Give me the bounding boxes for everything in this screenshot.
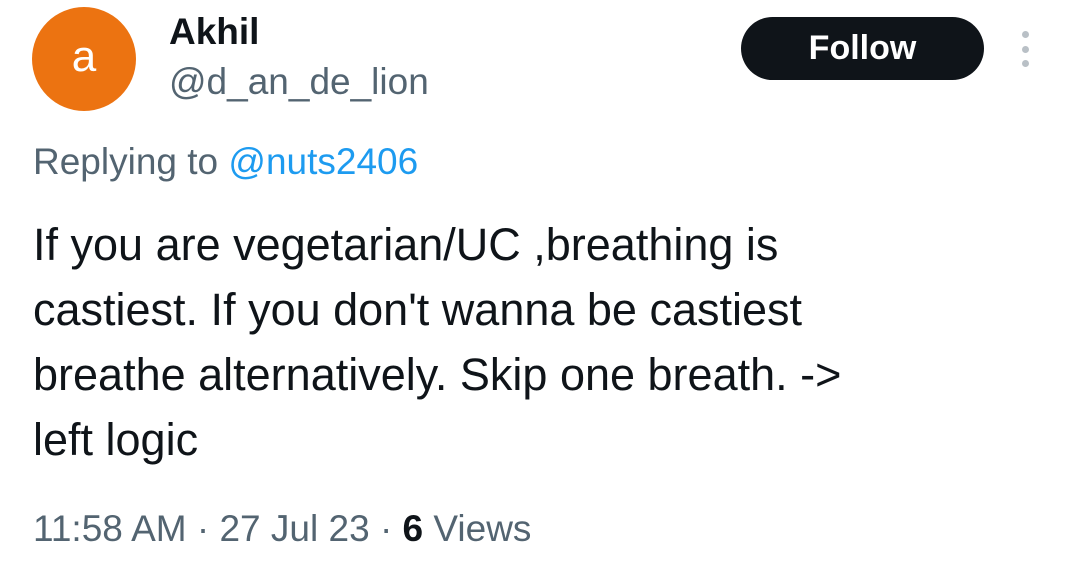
author-display-name[interactable]: Akhil bbox=[169, 10, 259, 54]
replying-to: Replying to @nuts2406 bbox=[33, 140, 418, 184]
follow-button[interactable]: Follow bbox=[741, 17, 984, 80]
more-dot bbox=[1021, 31, 1029, 38]
more-dot bbox=[1021, 60, 1029, 67]
more-vertical-icon[interactable] bbox=[1016, 31, 1034, 67]
tweet-date[interactable]: 27 Jul 23 bbox=[219, 508, 369, 549]
tweet-meta: 11:58 AM · 27 Jul 23 · 6 Views bbox=[33, 506, 531, 552]
meta-separator: · bbox=[196, 508, 210, 549]
views-count: 6 bbox=[402, 508, 424, 549]
tweet-text-line: left logic bbox=[33, 414, 199, 465]
tweet-text: If you are vegetarian/UC ,breathing is c… bbox=[33, 212, 1053, 472]
replying-to-label: Replying to bbox=[33, 141, 229, 182]
tweet-time[interactable]: 11:58 AM bbox=[33, 508, 187, 549]
more-dot bbox=[1021, 45, 1029, 53]
views-label bbox=[423, 508, 433, 549]
reply-mention-link[interactable]: @nuts2406 bbox=[228, 141, 418, 182]
views-label: Views bbox=[433, 508, 532, 549]
tweet-text-line: breathe alternatively. Skip one breath. … bbox=[33, 349, 842, 400]
tweet-text-line: If you are vegetarian/UC ,breathing is bbox=[33, 219, 779, 270]
author-handle[interactable]: @d_an_de_lion bbox=[169, 60, 429, 104]
avatar[interactable]: a bbox=[32, 7, 136, 111]
meta-separator: · bbox=[379, 508, 393, 549]
avatar-letter: a bbox=[71, 32, 97, 81]
tweet-text-line: castiest. If you don't wanna be castiest bbox=[33, 284, 803, 335]
tweet-card: a Akhil @d_an_de_lion Follow Replying to… bbox=[0, 0, 1080, 571]
